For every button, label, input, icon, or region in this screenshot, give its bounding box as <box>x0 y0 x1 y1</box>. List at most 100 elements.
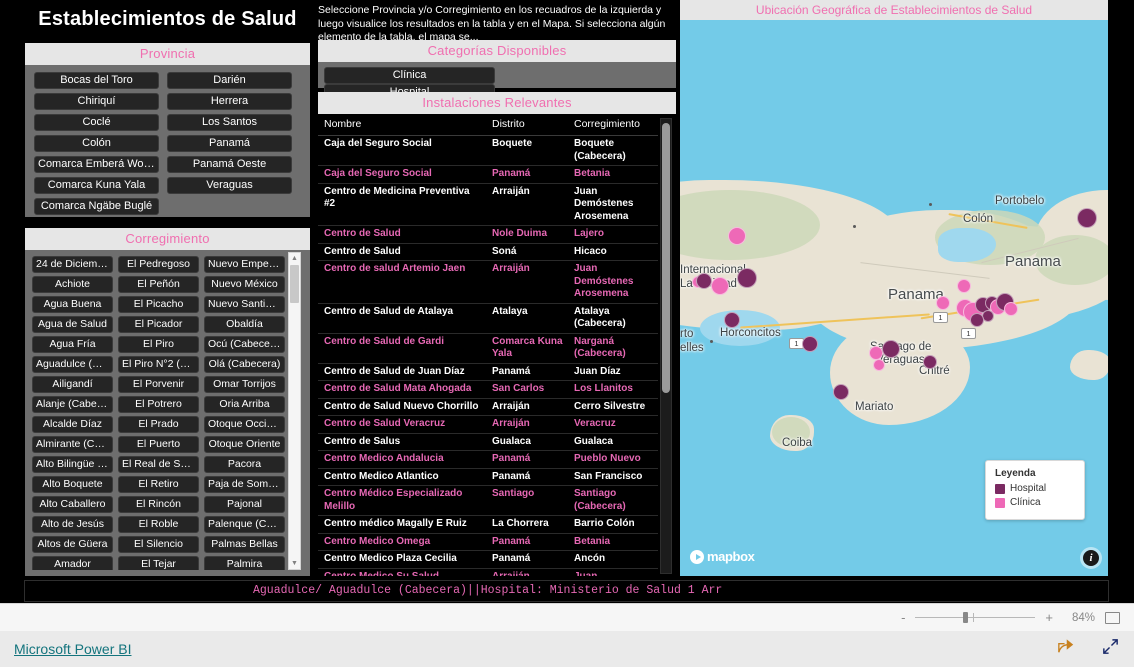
share-icon[interactable] <box>1056 637 1075 661</box>
corregimiento-button[interactable]: Alanje (Cabece... <box>32 396 113 413</box>
map-marker-hospital[interactable] <box>970 313 984 327</box>
provincia-button[interactable]: Comarca Emberá Wounaán <box>34 156 159 173</box>
table-row[interactable]: Centro de Salud Mata Ahogada San Carlos Lo… <box>318 380 658 399</box>
corregimiento-button[interactable]: Paja de Sombr... <box>204 476 285 493</box>
corregimiento-button[interactable]: Aguadulce (Ca... <box>32 356 113 373</box>
provincia-button[interactable]: Veraguas <box>167 177 292 194</box>
scroll-up-icon[interactable]: ▲ <box>289 253 300 264</box>
map-marker-clinica[interactable] <box>873 359 885 371</box>
corregimiento-button[interactable]: Palmas Bellas <box>204 536 285 553</box>
corregimiento-button[interactable]: Nuevo México <box>204 276 285 293</box>
corregimiento-button[interactable]: Palenque (Cab... <box>204 516 285 533</box>
corregimiento-button[interactable]: Obaldía <box>204 316 285 333</box>
scroll-down-icon[interactable]: ▼ <box>289 558 300 569</box>
corregimiento-scrollbar[interactable]: ▲ ▼ <box>288 252 301 570</box>
corregimiento-button[interactable]: El Retiro <box>118 476 199 493</box>
corregimiento-button[interactable]: Nuevo Santiago <box>204 296 285 313</box>
mapbox-logo[interactable]: mapbox <box>690 549 755 564</box>
table-scrollbar-thumb[interactable] <box>662 123 670 393</box>
table-row[interactable]: Centro de Medicina Preventiva #2 Arraiján… <box>318 183 658 226</box>
corregimiento-button[interactable]: El Silencio <box>118 536 199 553</box>
provincia-button[interactable]: Panamá <box>167 135 292 152</box>
corregimiento-button[interactable]: El Piro N°2 (Mu... <box>118 356 199 373</box>
provincia-button[interactable]: Bocas del Toro <box>34 72 159 89</box>
corregimiento-button[interactable]: Ailigandí <box>32 376 113 393</box>
table-row[interactable]: Centro Médico Especializado Melillo Santi… <box>318 485 658 516</box>
provincia-button[interactable]: Darién <box>167 72 292 89</box>
table-column-header[interactable]: Corregimiento <box>568 114 658 136</box>
provincia-button[interactable]: Comarca Kuna Yala <box>34 177 159 194</box>
table-row[interactable]: Centro Medico Plaza Cecilia Panamá Ancón <box>318 550 658 569</box>
corregimiento-button[interactable]: Alcalde Díaz <box>32 416 113 433</box>
map-marker-hospital[interactable] <box>1077 208 1097 228</box>
power-bi-link[interactable]: Microsoft Power BI <box>14 641 131 657</box>
provincia-button[interactable]: Coclé <box>34 114 159 131</box>
corregimiento-button[interactable]: Otoque Oriente <box>204 436 285 453</box>
corregimiento-button[interactable]: Omar Torrijos <box>204 376 285 393</box>
table-row[interactable]: Centro de salud Artemio Jaen Arraiján Juan… <box>318 260 658 304</box>
provincia-button[interactable]: Herrera <box>167 93 292 110</box>
map-canvas[interactable]: Portobelo Colón Panama Panama Santiago de Ver… <box>680 20 1108 576</box>
corregimiento-button[interactable]: El Piro <box>118 336 199 353</box>
map-marker-hospital[interactable] <box>802 336 818 352</box>
table-column-header[interactable]: Nombre <box>318 114 486 136</box>
corregimiento-button[interactable]: El Roble <box>118 516 199 533</box>
zoom-in-button[interactable]: + <box>1045 610 1053 625</box>
fit-to-page-icon[interactable] <box>1105 611 1120 624</box>
provincia-button[interactable]: Colón <box>34 135 159 152</box>
corregimiento-button[interactable]: El Picador <box>118 316 199 333</box>
map-marker-clinica[interactable] <box>936 296 950 310</box>
map-marker-hospital[interactable] <box>833 384 849 400</box>
corregimiento-button[interactable]: El Pedregoso <box>118 256 199 273</box>
table-scrollbar[interactable] <box>660 118 672 574</box>
corregimiento-button[interactable]: Alto Bilingüe o ... <box>32 456 113 473</box>
corregimiento-button[interactable]: El Puerto <box>118 436 199 453</box>
table-row[interactable]: Centro de Salud de Gardi Comarca Kuna Yal… <box>318 333 658 364</box>
corregimiento-button[interactable]: El Porvenir <box>118 376 199 393</box>
map-marker-clinica[interactable] <box>957 279 971 293</box>
table-row[interactable]: Centro de Salud de Juan Díaz Panamá Juan D… <box>318 363 658 381</box>
map-marker-clinica[interactable] <box>711 277 729 295</box>
corregimiento-button[interactable]: Olá (Cabecera) <box>204 356 285 373</box>
table-column-header[interactable]: Distrito <box>486 114 568 136</box>
instalaciones-table-scroll-area[interactable]: Nombre Distrito Corregimiento Caja del Seg… <box>318 114 676 576</box>
map-marker-hospital[interactable] <box>737 268 757 288</box>
corregimiento-button[interactable]: Oria Arriba <box>204 396 285 413</box>
table-row[interactable]: Caja del Seguro Social Panamá Betania <box>318 165 658 184</box>
corregimiento-button[interactable]: Otoque Occide... <box>204 416 285 433</box>
categoria-button[interactable]: Clínica <box>324 67 495 84</box>
corregimiento-button[interactable]: El Rincón <box>118 496 199 513</box>
corregimiento-button[interactable]: Agua de Salud <box>32 316 113 333</box>
table-row[interactable]: Caja del Seguro Social Boquete Boquete (Ca… <box>318 135 658 166</box>
corregimiento-button[interactable]: El Real de Sant... <box>118 456 199 473</box>
legend-item[interactable]: Clínica <box>995 497 1075 508</box>
corregimiento-button[interactable]: Alto Boquete <box>32 476 113 493</box>
map-marker-clinica[interactable] <box>728 227 746 245</box>
table-row[interactable]: Centro de Salud de Atalaya Atalaya Atalaya… <box>318 303 658 334</box>
legend-item[interactable]: Hospital <box>995 483 1075 494</box>
corregimiento-button[interactable]: Achiote <box>32 276 113 293</box>
corregimiento-button[interactable]: Altos de Güera <box>32 536 113 553</box>
map-marker-clinica[interactable] <box>869 346 883 360</box>
map-marker-hospital[interactable] <box>882 340 900 358</box>
provincia-button[interactable]: Comarca Ngäbe Buglé <box>34 198 159 215</box>
scrollbar-thumb[interactable] <box>290 265 299 303</box>
map-marker-hospital[interactable] <box>923 355 937 369</box>
corregimiento-button[interactable]: Amador <box>32 556 113 570</box>
corregimiento-button[interactable]: Pajonal <box>204 496 285 513</box>
corregimiento-button[interactable]: Alto Caballero <box>32 496 113 513</box>
corregimiento-button[interactable]: Palmira <box>204 556 285 570</box>
table-row[interactable]: Centro médico Magally E Ruiz La Chorrera B… <box>318 515 658 534</box>
map-marker-hospital[interactable] <box>724 312 740 328</box>
fullscreen-icon[interactable] <box>1101 637 1120 661</box>
table-row[interactable]: Centro Medico Omega Panamá Betania <box>318 533 658 551</box>
table-row[interactable]: Centro de Salud Veracruz Arraiján Veracruz <box>318 415 658 434</box>
table-row[interactable]: Centro Medico Su SaludArraijánJuan Demós… <box>318 568 658 576</box>
zoom-out-button[interactable]: - <box>901 610 905 625</box>
corregimiento-button[interactable]: Agua Fría <box>32 336 113 353</box>
zoom-slider[interactable] <box>915 612 1036 623</box>
provincia-button[interactable]: Chiriquí <box>34 93 159 110</box>
corregimiento-button[interactable]: El Tejar <box>118 556 199 570</box>
map-info-icon[interactable]: i <box>1083 550 1099 566</box>
table-row[interactable]: Centro Medico Atlantico Panamá San Francis… <box>318 468 658 486</box>
